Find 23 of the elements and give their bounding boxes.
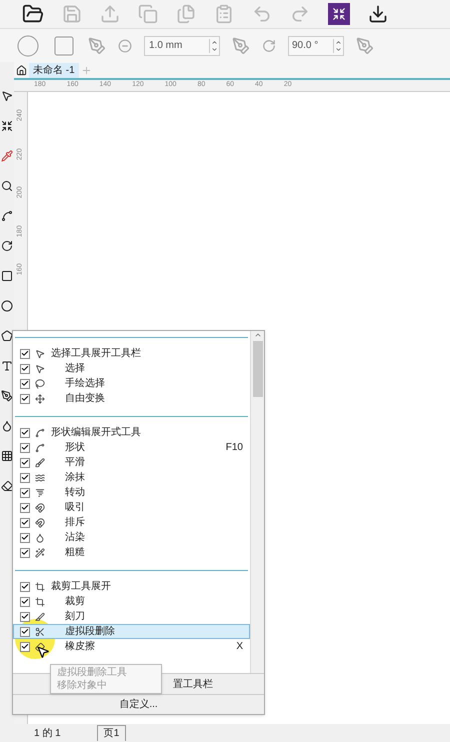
menu-item-label: 橡皮擦 bbox=[65, 640, 95, 654]
menu-item-label: 自由变换 bbox=[65, 392, 105, 406]
tooltip-title: 虚拟段删除工具 bbox=[57, 666, 128, 679]
menu-item-label: 形状编辑展开式工具 bbox=[51, 426, 141, 440]
menu-item-label: 裁剪工具展开 bbox=[51, 580, 111, 594]
menu-item-label: 刻刀 bbox=[65, 610, 85, 624]
menu-item-label: 裁剪 bbox=[65, 594, 85, 609]
menu-item-label: 吸引 bbox=[65, 501, 85, 515]
menu-item-label: 沾染 bbox=[65, 530, 85, 545]
tooltip-text: 移除对象中 bbox=[57, 679, 108, 692]
menu-item-label: 形状 bbox=[65, 440, 85, 455]
menu-item-label: 粗糙 bbox=[65, 546, 85, 560]
menu-item-label: 平滑 bbox=[65, 456, 85, 470]
menu-item-label: 手绘选择 bbox=[65, 376, 105, 391]
page-count: 1 的 1 bbox=[34, 726, 61, 740]
menu-item-label: 排斥 bbox=[65, 516, 85, 530]
menu-item-label: 涂抹 bbox=[65, 471, 85, 485]
shortcut-label: X bbox=[236, 640, 243, 654]
menu-item-label: 选择 bbox=[65, 362, 85, 376]
menu-item-label: 选择工具展开工具栏 bbox=[51, 346, 141, 361]
menu-item-label: 虚拟段删除 bbox=[65, 624, 115, 639]
shortcut-label: F10 bbox=[226, 441, 243, 455]
menu-item-label: 转动 bbox=[65, 486, 85, 500]
